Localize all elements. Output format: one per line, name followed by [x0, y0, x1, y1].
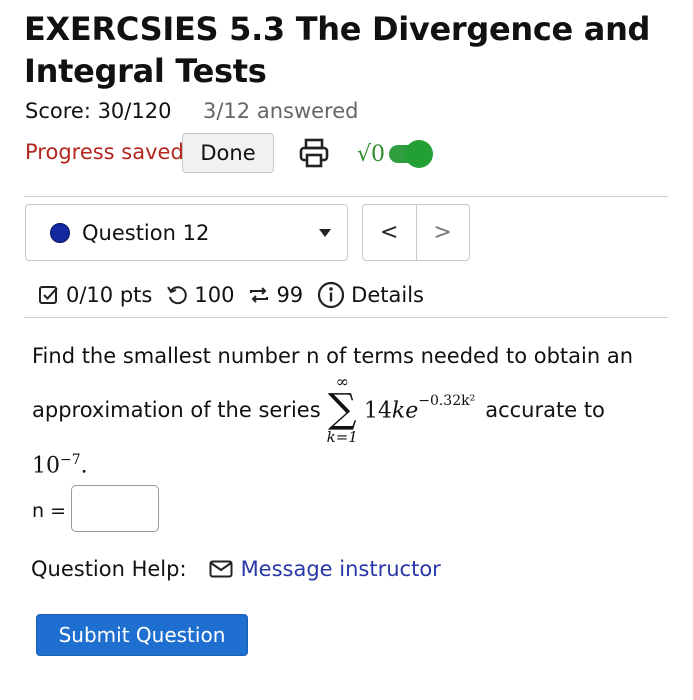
versions-count: 99: [276, 283, 304, 307]
question-text-suffix: accurate to: [485, 398, 605, 422]
divider: [24, 196, 668, 197]
tolerance-end: .: [80, 453, 88, 479]
checkbox-icon: [39, 286, 58, 304]
progress-saved-status: Progress saved: [25, 140, 184, 164]
sum-lower-limit: k=1: [326, 428, 358, 446]
answer-label: n =: [32, 500, 67, 522]
done-button[interactable]: Done: [182, 133, 274, 173]
tolerance: 10−7.: [32, 452, 88, 478]
next-question-button[interactable]: >: [415, 205, 470, 260]
retry-icon: [167, 286, 188, 305]
term-exponent: −0.32k²: [418, 392, 476, 409]
question-text-prefix: approximation of the series: [32, 398, 321, 422]
versions-icon: [250, 287, 269, 303]
previous-question-button[interactable]: <: [363, 205, 416, 260]
page-title: EXERCSIES 5.3 The Divergence and Integra…: [24, 10, 651, 90]
divider: [24, 317, 668, 318]
sum-symbol: ∑: [327, 386, 357, 432]
submit-question-button[interactable]: Submit Question: [36, 614, 248, 656]
question-text: Find the smallest number n of terms need…: [32, 344, 634, 368]
question-text-series: approximation of the series ∞ ∑ k=1 14ke…: [32, 370, 605, 450]
toggle-knob: [405, 140, 434, 168]
answered-count: 3/12 answered: [203, 99, 359, 123]
math-display-toggle[interactable]: √0: [357, 137, 434, 171]
term-base: e: [405, 398, 419, 424]
term-variable: k: [391, 398, 406, 424]
term-coefficient: 14: [363, 398, 392, 424]
info-icon[interactable]: [317, 281, 345, 309]
caret-down-icon: [319, 229, 331, 237]
tolerance-base: 10: [32, 453, 60, 479]
question-help: Question Help: Message instructor: [31, 557, 441, 581]
question-select[interactable]: Question 12: [25, 204, 348, 261]
message-instructor-link[interactable]: Message instructor: [241, 557, 441, 581]
mail-icon: [209, 560, 233, 578]
question-select-label: Question 12: [82, 220, 210, 245]
sqrt-icon: √0: [357, 141, 386, 167]
answer-input[interactable]: [71, 485, 159, 532]
question-pager: < >: [362, 204, 470, 261]
score-text: Score: 30/120: [25, 99, 172, 123]
question-meta: 0/10 pts 100 99 Details: [38, 280, 424, 310]
points-text: 0/10 pts: [66, 283, 153, 307]
question-help-label: Question Help:: [31, 557, 187, 581]
toggle-switch[interactable]: [389, 140, 434, 168]
details-link[interactable]: Details: [351, 283, 424, 307]
attempts-count: 100: [194, 283, 235, 307]
summation: ∞ ∑ k=1: [326, 374, 358, 447]
tolerance-exponent: −7: [60, 452, 81, 468]
question-status-dot: [50, 222, 70, 243]
print-icon[interactable]: [298, 137, 330, 169]
series-term: 14ke−0.32k²: [363, 393, 475, 424]
